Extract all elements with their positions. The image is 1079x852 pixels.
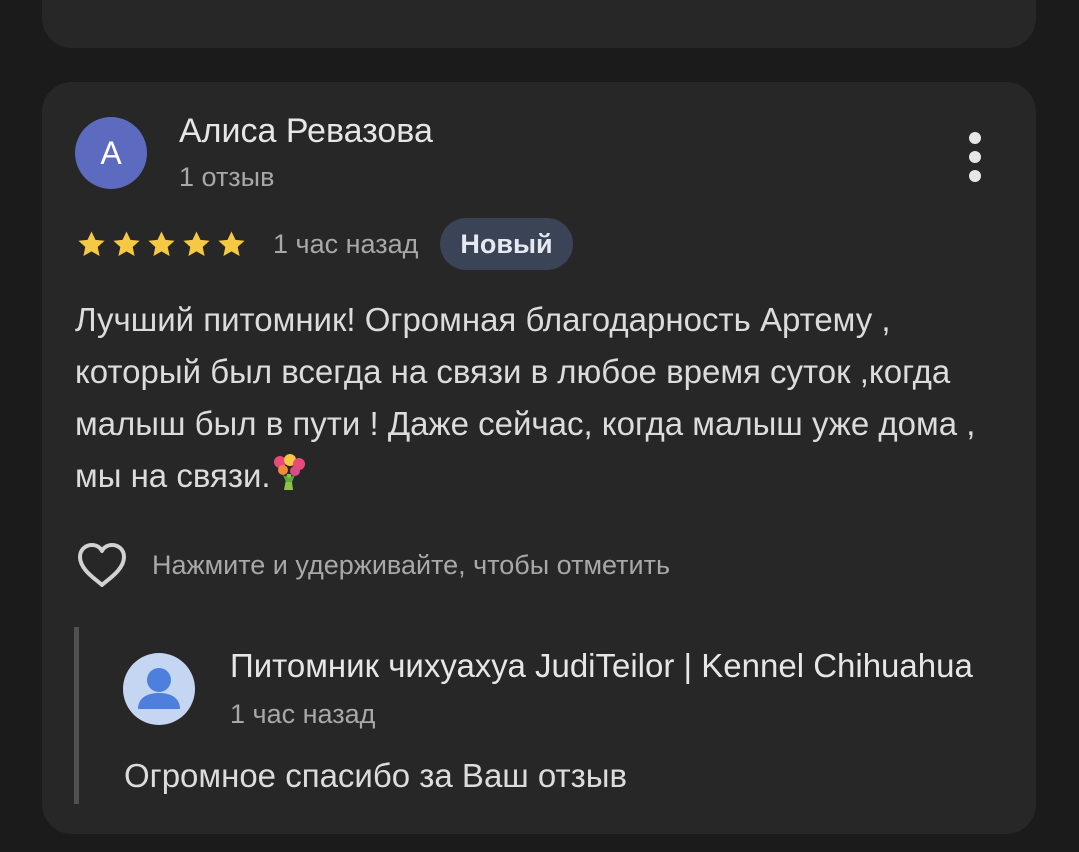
author-avatar[interactable]: А	[75, 117, 147, 189]
review-body: Лучший питомник! Огромная благодарность …	[75, 301, 976, 494]
author-review-count: 1 отзыв	[179, 162, 275, 192]
like-hint: Нажмите и удерживайте, чтобы отметить	[152, 549, 671, 580]
like-row: Нажмите и удерживайте, чтобы отметить	[75, 540, 670, 590]
star-rating	[75, 228, 248, 261]
owner-avatar-icon[interactable]	[123, 653, 195, 725]
star-icon	[218, 230, 245, 256]
star-icon	[183, 230, 210, 256]
owner-reply: Питомник чихуахуа JudiTeilor | Kennel Ch…	[74, 627, 1039, 804]
new-badge: Новый	[440, 218, 573, 270]
more-options-icon[interactable]	[960, 132, 990, 182]
review-text: Лучший питомник! Огромная благодарность …	[75, 294, 1015, 502]
star-icon	[113, 230, 140, 256]
author-name[interactable]: Алиса Ревазова	[179, 112, 433, 151]
star-icon	[78, 230, 105, 256]
bouquet-emoji-icon	[271, 453, 307, 493]
review-card: А Алиса Ревазова 1 отзыв 1 час назад Нов…	[42, 82, 1036, 834]
review-time: 1 час назад	[273, 228, 419, 259]
star-icon	[148, 230, 175, 256]
heart-icon[interactable]	[75, 541, 129, 589]
previous-review-card	[42, 0, 1036, 48]
reply-text: Огромное спасибо за Ваш отзыв	[124, 757, 628, 794]
reply-time: 1 час назад	[230, 699, 376, 729]
rating-row: 1 час назад Новый	[75, 217, 573, 271]
owner-name[interactable]: Питомник чихуахуа JudiTeilor | Kennel Ch…	[230, 647, 973, 685]
